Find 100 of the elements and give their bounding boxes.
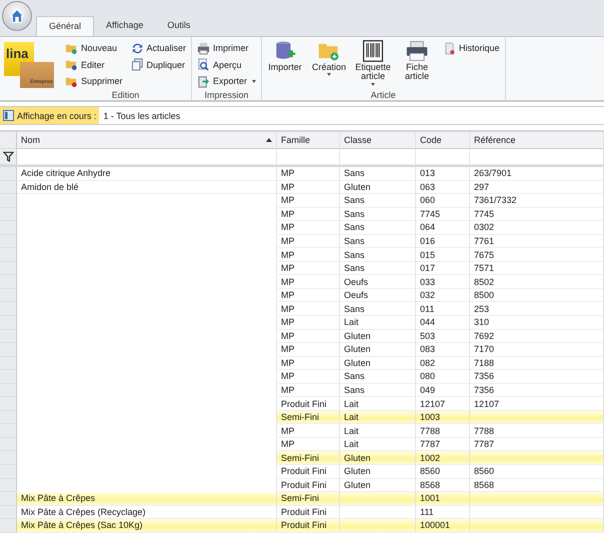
class-cell: Gluten [340, 343, 416, 357]
reference-cell: 8502 [470, 275, 604, 289]
name-cell: Mix Pâte à Crêpes (Sac 10Kg) [17, 519, 277, 533]
class-cell: Sans [340, 262, 416, 276]
panel-icon [3, 110, 14, 121]
row-selector[interactable] [0, 438, 17, 452]
column-header[interactable]: Nom [17, 132, 277, 149]
row-selector[interactable] [0, 262, 17, 276]
ribbon-button[interactable]: Importer [265, 40, 306, 90]
row-selector[interactable] [0, 180, 17, 194]
ribbon-button[interactable]: Etiquette article [353, 40, 394, 90]
family-cell: MP [277, 356, 340, 370]
code-cell: 011 [416, 302, 470, 316]
row-selector[interactable] [0, 330, 17, 344]
row-selector[interactable] [0, 492, 17, 506]
family-cell: MP [277, 370, 340, 384]
row-selector[interactable] [0, 384, 17, 398]
row-selector[interactable] [0, 424, 17, 438]
reference-cell: 263/7901 [470, 167, 604, 181]
family-cell: MP [277, 384, 340, 398]
house-icon [8, 7, 26, 25]
ribbon-tab[interactable]: Affichage [94, 16, 156, 36]
database-plus-icon [274, 40, 296, 62]
class-cell: Sans [340, 221, 416, 235]
ribbon-button[interactable]: Dupliquer [128, 56, 188, 73]
ribbon-tab[interactable]: Outils [155, 16, 202, 36]
printer-icon [406, 40, 428, 62]
copy-icon [130, 58, 144, 72]
row-selector[interactable] [0, 167, 17, 181]
ribbon-button[interactable]: Imprimer [195, 40, 258, 56]
row-selector[interactable] [0, 194, 17, 208]
name-cell: Mix Pâte à Crêpes [17, 492, 277, 506]
printer-icon [197, 42, 210, 55]
row-selector[interactable] [0, 397, 17, 411]
family-cell: MP [277, 167, 340, 181]
reference-cell: 7170 [470, 343, 604, 357]
code-cell: 7788 [416, 424, 470, 438]
barcode-icon [362, 40, 384, 62]
code-cell: 044 [416, 316, 470, 330]
reference-cell: 8500 [470, 288, 604, 302]
reference-cell: 7675 [470, 248, 604, 262]
row-selector[interactable] [0, 478, 17, 492]
group-label: Edition [110, 89, 140, 102]
row-selector[interactable] [0, 370, 17, 384]
code-cell: 013 [416, 167, 470, 181]
row-selector[interactable] [0, 410, 17, 424]
code-cell: 033 [416, 275, 470, 289]
class-cell: Gluten [340, 356, 416, 370]
reference-cell: 0302 [470, 221, 604, 235]
class-cell: Lait [340, 316, 416, 330]
code-cell: 100001 [416, 519, 470, 533]
row-selector[interactable] [0, 221, 17, 235]
ribbon-button[interactable]: Fiche article [397, 40, 438, 90]
row-selector[interactable] [0, 356, 17, 370]
document-arrow-icon [197, 74, 210, 88]
filter-field[interactable] [340, 149, 416, 165]
row-selector[interactable] [0, 451, 17, 466]
ribbon-button[interactable]: Création [309, 40, 350, 90]
row-selector[interactable] [0, 343, 17, 357]
family-cell: MP [277, 302, 340, 316]
ribbon-button[interactable]: Nouveau [63, 40, 125, 56]
row-selector[interactable] [0, 208, 17, 222]
ribbon-button[interactable]: Supprimer [63, 73, 125, 90]
ribbon-tab[interactable]: Général [36, 16, 94, 36]
ribbon-button[interactable]: Exporter [195, 73, 258, 90]
application-menu-button[interactable] [2, 1, 32, 31]
row-selector[interactable] [0, 506, 17, 520]
column-header[interactable]: Famille [277, 132, 340, 149]
ribbon-button[interactable]: Historique [441, 40, 502, 56]
reference-cell: 7356 [470, 384, 604, 398]
family-cell: MP [277, 275, 340, 289]
reference-cell: 7356 [470, 370, 604, 384]
filter-field[interactable] [470, 149, 604, 165]
class-cell: Sans [340, 370, 416, 384]
filter-field[interactable] [277, 149, 340, 165]
row-selector[interactable] [0, 234, 17, 248]
code-cell: 1003 [416, 410, 470, 424]
row-selector[interactable] [0, 465, 17, 479]
family-cell: MP [277, 330, 340, 344]
code-cell: 082 [416, 356, 470, 370]
row-selector[interactable] [0, 288, 17, 302]
ribbon-button[interactable]: Actualiser [128, 40, 188, 56]
ribbon-button[interactable]: Editer [63, 56, 125, 73]
row-selector[interactable] [0, 275, 17, 289]
row-selector[interactable] [0, 316, 17, 330]
column-header[interactable]: Référence [470, 132, 604, 149]
filter-icon [2, 151, 14, 162]
family-cell: Semi-Fini [277, 451, 340, 466]
column-header[interactable]: Code [416, 132, 470, 149]
filter-field[interactable] [416, 149, 470, 165]
code-cell: 016 [416, 234, 470, 248]
row-selector[interactable] [0, 302, 17, 316]
row-selector[interactable] [0, 248, 17, 262]
ribbon-button[interactable]: Aperçu [195, 56, 258, 73]
class-cell: Sans [340, 302, 416, 316]
reference-cell: 7692 [470, 330, 604, 344]
row-selector[interactable] [0, 519, 17, 533]
reference-cell: 7361/7332 [470, 194, 604, 208]
column-header[interactable]: Classe [340, 132, 416, 149]
filter-field[interactable] [17, 149, 277, 165]
